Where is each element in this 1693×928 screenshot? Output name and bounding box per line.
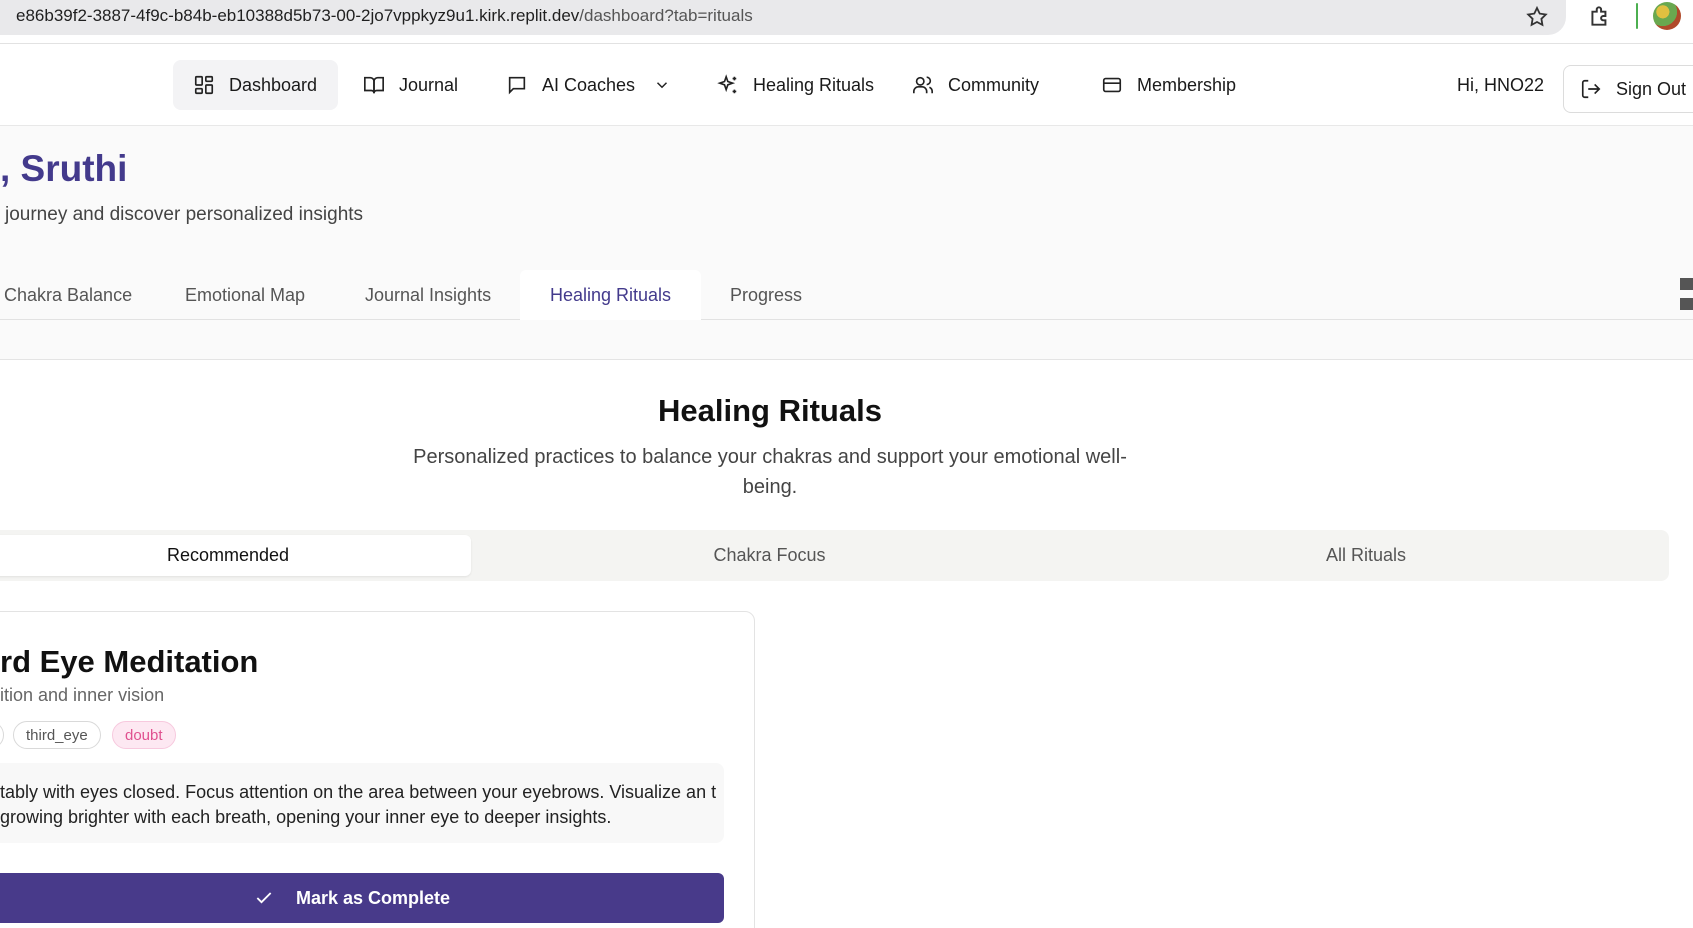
browser-toolbar: e86b39f2-3887-4f9c-b84b-eb10388d5b73-00-… bbox=[0, 0, 1693, 44]
tag-chakra: third_eye bbox=[13, 721, 101, 749]
toolbar-divider bbox=[1636, 3, 1638, 29]
address-bar[interactable]: e86b39f2-3887-4f9c-b84b-eb10388d5b73-00-… bbox=[0, 0, 1566, 35]
nav-healing-rituals[interactable]: Healing Rituals bbox=[697, 60, 894, 110]
dashboard-tabs: Chakra Balance Emotional Map Journal Ins… bbox=[0, 270, 1693, 320]
tab-healing-rituals[interactable]: Healing Rituals bbox=[520, 270, 702, 320]
url-path: /dashboard?tab=rituals bbox=[579, 6, 753, 25]
sparkles-icon bbox=[717, 74, 737, 94]
bookmark-star-icon[interactable] bbox=[1525, 5, 1549, 29]
url-text[interactable]: e86b39f2-3887-4f9c-b84b-eb10388d5b73-00-… bbox=[16, 6, 753, 26]
welcome-subtitle: journey and discover personalized insigh… bbox=[5, 204, 364, 225]
app-navbar: Dashboard Journal AI Coaches Healing Rit… bbox=[0, 45, 1693, 126]
tabs-scroll-handle[interactable] bbox=[1680, 272, 1693, 316]
card-icon bbox=[1102, 77, 1122, 93]
sign-out-label: Sign Out bbox=[1616, 78, 1687, 99]
logout-icon bbox=[1581, 79, 1601, 99]
ritual-title: rd Eye Meditation bbox=[0, 644, 259, 679]
chevron-down-icon bbox=[657, 82, 668, 89]
users-icon bbox=[913, 76, 933, 94]
grid-icon bbox=[194, 75, 214, 95]
profile-avatar[interactable] bbox=[1653, 2, 1681, 30]
nav-journal[interactable]: Journal bbox=[343, 60, 478, 110]
book-icon bbox=[364, 76, 384, 94]
ritual-instructions: tably with eyes closed. Focus attention … bbox=[0, 782, 717, 827]
tab-progress[interactable]: Progress bbox=[700, 270, 832, 320]
tab-emotional-map[interactable]: Emotional Map bbox=[155, 270, 335, 320]
section-description: Personalized practices to balance your c… bbox=[413, 446, 1127, 498]
nav-community[interactable]: Community bbox=[892, 60, 1059, 110]
dashboard-header bbox=[0, 126, 1693, 360]
nav-healing-rituals-label: Healing Rituals bbox=[753, 74, 875, 95]
url-host: e86b39f2-3887-4f9c-b84b-eb10388d5b73-00-… bbox=[16, 6, 580, 25]
section-title: Healing Rituals bbox=[658, 393, 882, 428]
user-greeting: Hi, HNO22 bbox=[1457, 75, 1545, 95]
ritual-subtitle: ition and inner vision bbox=[0, 685, 165, 705]
subtab-chakra-focus[interactable]: Chakra Focus bbox=[471, 535, 1068, 576]
nav-membership-label: Membership bbox=[1137, 74, 1237, 95]
check-icon bbox=[256, 892, 272, 904]
subtab-recommended[interactable]: Recommended bbox=[0, 535, 471, 576]
chat-icon bbox=[508, 76, 526, 95]
tab-chakra-balance[interactable]: Chakra Balance bbox=[0, 270, 162, 320]
nav-journal-label: Journal bbox=[399, 74, 459, 95]
mark-complete-label: Mark as Complete bbox=[295, 887, 451, 908]
nav-dashboard-label: Dashboard bbox=[229, 74, 318, 95]
tag-emotion: doubt bbox=[112, 721, 176, 749]
nav-ai-coaches[interactable]: AI Coaches bbox=[486, 60, 691, 110]
nav-community-label: Community bbox=[948, 74, 1040, 95]
subtab-all-rituals[interactable]: All Rituals bbox=[1068, 535, 1664, 576]
welcome-title: , Sruthi bbox=[0, 148, 128, 189]
nav-ai-coaches-label: AI Coaches bbox=[542, 74, 636, 95]
tab-journal-insights[interactable]: Journal Insights bbox=[335, 270, 521, 320]
extensions-puzzle-icon[interactable] bbox=[1587, 3, 1613, 29]
nav-dashboard[interactable]: Dashboard bbox=[173, 60, 338, 110]
nav-membership[interactable]: Membership bbox=[1081, 60, 1256, 110]
mark-complete-button[interactable]: Mark as Complete bbox=[0, 873, 724, 923]
ritual-subtabs: Recommended Chakra Focus All Rituals bbox=[0, 530, 1669, 581]
sign-out-button[interactable]: Sign Out bbox=[1563, 65, 1693, 113]
